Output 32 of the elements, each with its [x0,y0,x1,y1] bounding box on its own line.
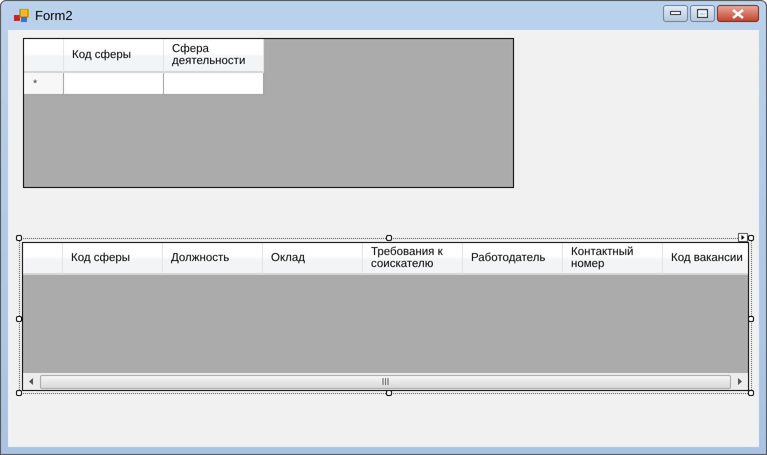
column-header[interactable]: Контактный номер [563,243,663,275]
resize-handle[interactable] [16,316,22,322]
window-title: Form2 [35,8,74,23]
close-icon [732,8,744,18]
app-icon [14,8,30,22]
column-header[interactable]: Код сферы [63,243,163,275]
column-header[interactable]: Должность [163,243,263,275]
close-button[interactable] [717,5,759,22]
resize-handle[interactable] [16,390,22,396]
new-row-header[interactable]: * [24,73,64,95]
column-header[interactable]: Работодатель [463,243,563,275]
scrollbar-thumb[interactable] [40,374,731,388]
resize-handle[interactable] [386,390,392,396]
resize-handle[interactable] [748,316,754,322]
column-header[interactable]: Оклад [263,243,363,275]
resize-handle[interactable] [386,235,392,241]
minimize-icon [670,11,681,16]
resize-handle[interactable] [16,235,22,241]
table-cell[interactable] [164,73,264,95]
column-header[interactable]: Требования к соискателю [363,243,463,275]
grip-icon [382,378,389,385]
horizontal-scrollbar[interactable] [23,373,748,390]
resize-handle[interactable] [748,390,754,396]
smart-tag-icon[interactable] [738,233,748,242]
column-header[interactable]: Сфера деятельности [164,39,264,73]
maximize-button[interactable] [690,5,715,22]
minimize-button[interactable] [663,5,688,22]
maximize-icon [697,9,708,18]
column-header[interactable]: Код сферы [64,39,164,73]
table-cell[interactable] [64,73,164,95]
resize-handle[interactable] [748,235,754,241]
column-header[interactable]: Код вакансии [663,243,748,275]
